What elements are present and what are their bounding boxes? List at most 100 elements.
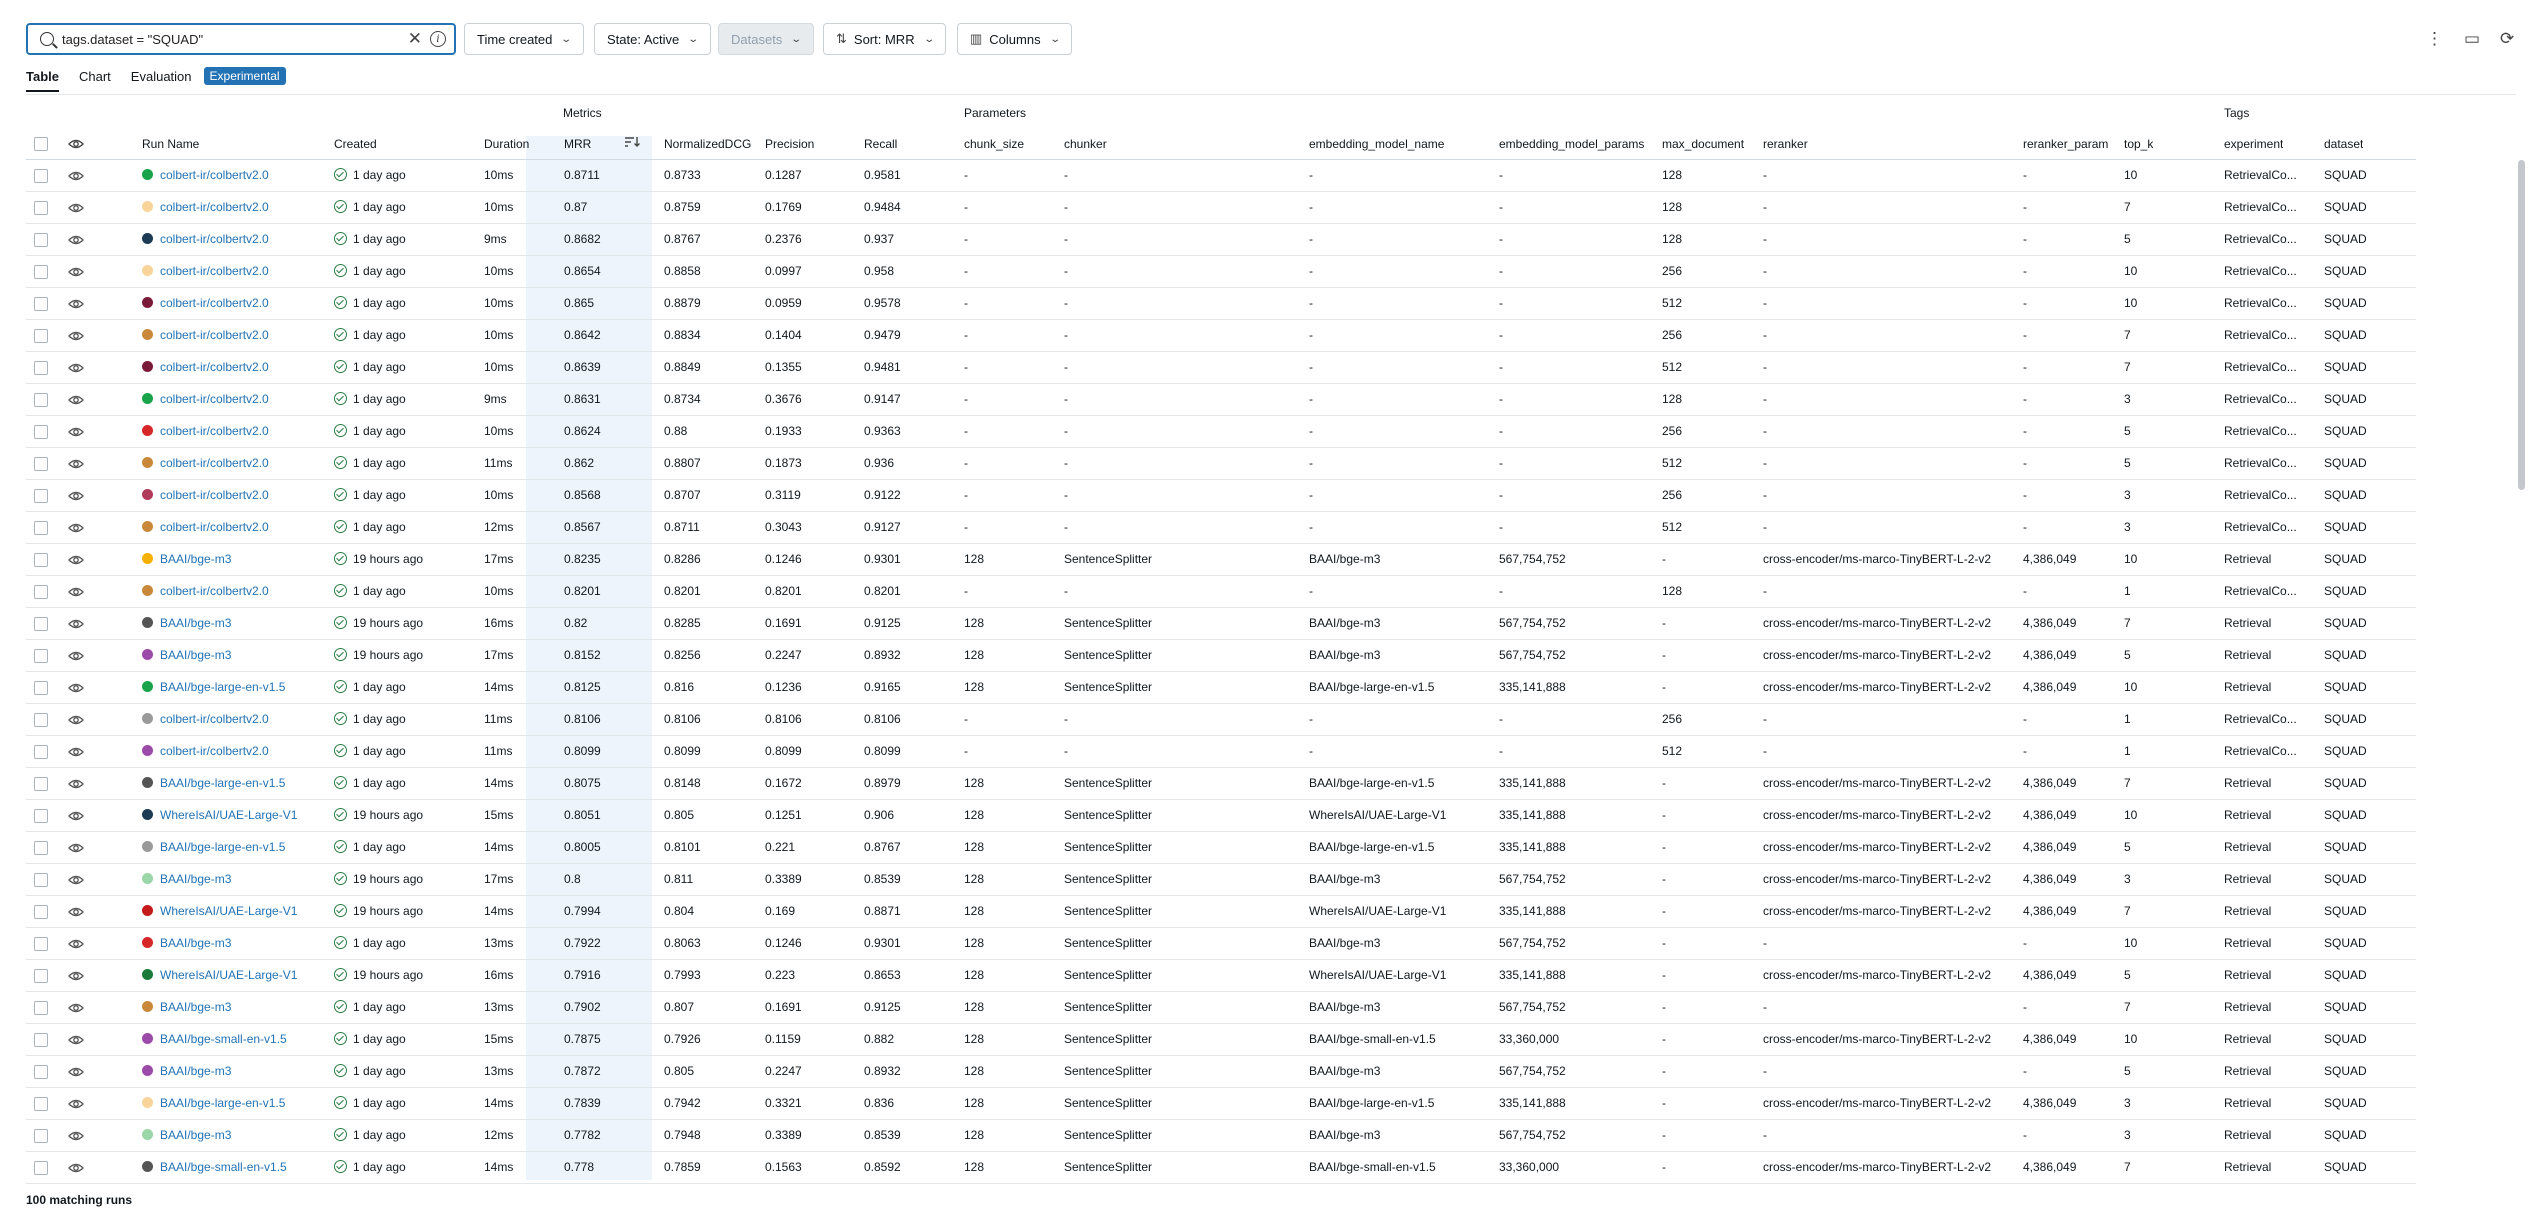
run-link[interactable]: BAAI/bge-m3 — [160, 648, 231, 662]
run-link[interactable]: BAAI/bge-large-en-v1.5 — [160, 680, 285, 694]
table-row[interactable]: colbert-ir/colbertv2.0 1 day ago 12ms 0.856… — [26, 512, 2416, 544]
visibility-icon[interactable] — [68, 649, 84, 663]
run-name-cell[interactable]: colbert-ir/colbertv2.0 — [142, 224, 327, 255]
row-checkbox[interactable] — [34, 489, 48, 503]
state-dropdown[interactable]: State: Active ⌄ — [594, 23, 711, 55]
col-created[interactable]: Created — [334, 128, 377, 160]
table-row[interactable]: colbert-ir/colbertv2.0 1 day ago 11ms 0.809… — [26, 736, 2416, 768]
run-color-dot[interactable] — [142, 521, 153, 533]
col-recall[interactable]: Recall — [864, 128, 897, 160]
visibility-icon[interactable] — [68, 457, 84, 471]
run-name-cell[interactable]: WhereIsAI/UAE-Large-V1 — [142, 960, 327, 991]
run-link[interactable]: colbert-ir/colbertv2.0 — [160, 360, 269, 374]
row-checkbox[interactable] — [34, 553, 48, 567]
table-row[interactable]: BAAI/bge-small-en-v1.5 1 day ago 15ms 0.787… — [26, 1024, 2416, 1056]
row-checkbox[interactable] — [34, 713, 48, 727]
run-color-dot[interactable] — [142, 201, 153, 213]
run-link[interactable]: BAAI/bge-m3 — [160, 1064, 231, 1078]
run-name-cell[interactable]: colbert-ir/colbertv2.0 — [142, 480, 327, 511]
run-name-cell[interactable]: colbert-ir/colbertv2.0 — [142, 416, 327, 447]
run-link[interactable]: BAAI/bge-small-en-v1.5 — [160, 1032, 287, 1046]
run-color-dot[interactable] — [142, 1129, 153, 1141]
run-color-dot[interactable] — [142, 777, 153, 789]
row-checkbox[interactable] — [34, 937, 48, 951]
run-name-cell[interactable]: colbert-ir/colbertv2.0 — [142, 160, 327, 191]
run-name-cell[interactable]: colbert-ir/colbertv2.0 — [142, 384, 327, 415]
table-row[interactable]: colbert-ir/colbertv2.0 1 day ago 10ms 0.820… — [26, 576, 2416, 608]
visibility-icon[interactable] — [68, 425, 84, 439]
row-checkbox[interactable] — [34, 457, 48, 471]
run-color-dot[interactable] — [142, 1097, 153, 1109]
run-name-cell[interactable]: WhereIsAI/UAE-Large-V1 — [142, 800, 327, 831]
row-checkbox[interactable] — [34, 361, 48, 375]
run-color-dot[interactable] — [142, 553, 153, 565]
table-row[interactable]: colbert-ir/colbertv2.0 1 day ago 10ms 0.87 0… — [26, 192, 2416, 224]
run-name-cell[interactable]: colbert-ir/colbertv2.0 — [142, 288, 327, 319]
run-link[interactable]: colbert-ir/colbertv2.0 — [160, 488, 269, 502]
col-chunker[interactable]: chunker — [1064, 128, 1107, 160]
row-checkbox[interactable] — [34, 873, 48, 887]
col-reranker[interactable]: reranker — [1763, 128, 1808, 160]
run-color-dot[interactable] — [142, 1033, 153, 1045]
run-name-cell[interactable]: BAAI/bge-large-en-v1.5 — [142, 672, 327, 703]
row-checkbox[interactable] — [34, 1033, 48, 1047]
col-embedding-model-name[interactable]: embedding_model_name — [1309, 128, 1444, 160]
run-link[interactable]: WhereIsAI/UAE-Large-V1 — [160, 808, 297, 822]
run-color-dot[interactable] — [142, 425, 153, 437]
visibility-icon[interactable] — [68, 393, 84, 407]
run-color-dot[interactable] — [142, 297, 153, 309]
table-row[interactable]: BAAI/bge-large-en-v1.5 1 day ago 14ms 0.812… — [26, 672, 2416, 704]
col-dataset[interactable]: dataset — [2324, 128, 2363, 160]
row-checkbox[interactable] — [34, 969, 48, 983]
run-name-cell[interactable]: colbert-ir/colbertv2.0 — [142, 448, 327, 479]
row-checkbox[interactable] — [34, 809, 48, 823]
visibility-icon[interactable] — [68, 265, 84, 279]
run-link[interactable]: WhereIsAI/UAE-Large-V1 — [160, 904, 297, 918]
run-name-cell[interactable]: colbert-ir/colbertv2.0 — [142, 256, 327, 287]
run-name-cell[interactable]: WhereIsAI/UAE-Large-V1 — [142, 896, 327, 927]
run-name-cell[interactable]: colbert-ir/colbertv2.0 — [142, 736, 327, 767]
col-top-k[interactable]: top_k — [2124, 128, 2153, 160]
run-name-cell[interactable]: BAAI/bge-small-en-v1.5 — [142, 1024, 327, 1055]
table-row[interactable]: WhereIsAI/UAE-Large-V1 19 hours ago 14ms 0.… — [26, 896, 2416, 928]
row-checkbox[interactable] — [34, 681, 48, 695]
visibility-icon[interactable] — [68, 809, 84, 823]
row-checkbox[interactable] — [34, 233, 48, 247]
run-color-dot[interactable] — [142, 361, 153, 373]
run-link[interactable]: colbert-ir/colbertv2.0 — [160, 520, 269, 534]
table-row[interactable]: BAAI/bge-m3 19 hours ago 17ms 0.8235 0.8286 0… — [26, 544, 2416, 576]
sort-desc-icon[interactable] — [624, 128, 640, 160]
row-checkbox[interactable] — [34, 1129, 48, 1143]
run-link[interactable]: BAAI/bge-small-en-v1.5 — [160, 1160, 287, 1174]
run-link[interactable]: colbert-ir/colbertv2.0 — [160, 712, 269, 726]
col-max-document[interactable]: max_document — [1662, 128, 1754, 160]
time-created-dropdown[interactable]: Time created ⌄ — [464, 23, 584, 55]
visibility-icon[interactable] — [68, 201, 84, 215]
run-link[interactable]: BAAI/bge-m3 — [160, 936, 231, 950]
visibility-icon[interactable] — [68, 1161, 84, 1175]
run-link[interactable]: colbert-ir/colbertv2.0 — [160, 168, 269, 182]
row-checkbox[interactable] — [34, 585, 48, 599]
visibility-icon[interactable] — [68, 1065, 84, 1079]
run-link[interactable]: colbert-ir/colbertv2.0 — [160, 200, 269, 214]
table-row[interactable]: colbert-ir/colbertv2.0 1 day ago 11ms 0.810… — [26, 704, 2416, 736]
visibility-icon[interactable] — [68, 233, 84, 247]
search-input[interactable]: tags.dataset = "SQUAD" ✕ i — [26, 23, 456, 55]
vertical-scrollbar[interactable] — [2518, 160, 2525, 490]
run-link[interactable]: BAAI/bge-large-en-v1.5 — [160, 776, 285, 790]
run-name-cell[interactable]: BAAI/bge-large-en-v1.5 — [142, 832, 327, 863]
visibility-icon[interactable] — [68, 553, 84, 567]
table-row[interactable]: BAAI/bge-m3 1 day ago 13ms 0.7872 0.805 0.224… — [26, 1056, 2416, 1088]
run-link[interactable]: BAAI/bge-m3 — [160, 872, 231, 886]
run-link[interactable]: colbert-ir/colbertv2.0 — [160, 264, 269, 278]
visibility-icon[interactable] — [68, 969, 84, 983]
table-row[interactable]: BAAI/bge-small-en-v1.5 1 day ago 14ms 0.778… — [26, 1152, 2416, 1184]
visibility-icon[interactable] — [68, 1129, 84, 1143]
run-name-cell[interactable]: colbert-ir/colbertv2.0 — [142, 576, 327, 607]
run-name-cell[interactable]: BAAI/bge-large-en-v1.5 — [142, 1088, 327, 1119]
col-duration[interactable]: Duration — [484, 128, 529, 160]
col-experiment[interactable]: experiment — [2224, 128, 2283, 160]
visibility-icon[interactable] — [68, 489, 84, 503]
clear-icon[interactable]: ✕ — [408, 29, 422, 49]
row-checkbox[interactable] — [34, 329, 48, 343]
